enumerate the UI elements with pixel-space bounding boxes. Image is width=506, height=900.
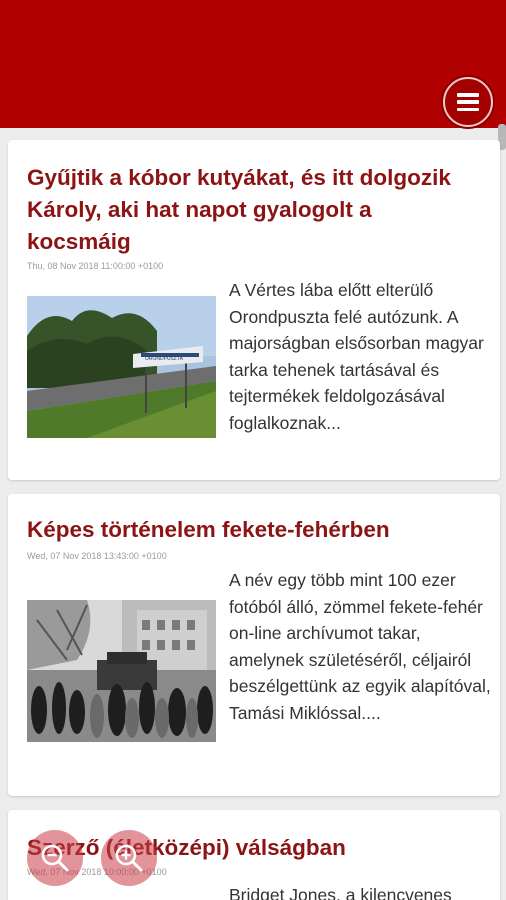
article-title[interactable]: Gyűjtik a kóbor kutyákat, és itt dolgozi… — [27, 162, 477, 258]
article-title[interactable]: Képes történelem fekete-fehérben — [27, 514, 477, 546]
article-excerpt: Bridget Jones, a kilencvenes — [229, 885, 452, 900]
zoom-in-icon — [115, 844, 143, 872]
menu-button[interactable] — [443, 77, 493, 127]
hamburger-icon — [457, 93, 479, 111]
article-excerpt: A név egy több mint 100 ezer fotóból áll… — [229, 570, 491, 723]
article-title[interactable]: Szerző (életközépi) válságban — [27, 832, 477, 864]
article-date: Wed, 07 Nov 2018 13:43:00 +0100 — [27, 551, 167, 561]
article-excerpt: A Vértes lába előtt elterülő Orondpuszta… — [229, 280, 484, 433]
article-card[interactable]: Gyűjtik a kóbor kutyákat, és itt dolgozi… — [8, 140, 500, 480]
article-thumbnail[interactable] — [27, 600, 216, 742]
zoom-in-button[interactable] — [101, 830, 157, 886]
article-card[interactable]: Képes történelem fekete-fehérben Wed, 07… — [8, 494, 500, 796]
zoom-out-button[interactable] — [27, 830, 83, 886]
article-date: Thu, 08 Nov 2018 11:00:00 +0100 — [27, 261, 164, 271]
app-header — [0, 0, 506, 128]
sign-text: ORONDPUSZTA — [145, 356, 184, 362]
zoom-out-icon — [41, 844, 69, 872]
article-thumbnail[interactable]: ORONDPUSZTA — [27, 296, 216, 438]
